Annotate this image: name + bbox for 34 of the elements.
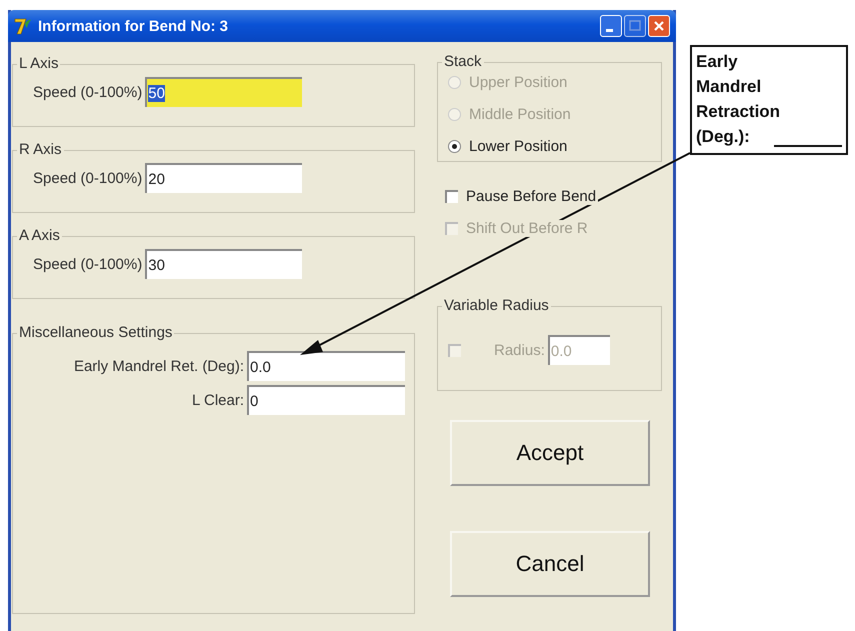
- field-label: Early Mandrel Ret. (Deg):: [74, 358, 244, 374]
- speed-input[interactable]: 30: [145, 249, 302, 279]
- field-label: Speed (0-100%): [33, 170, 142, 186]
- cancel-button[interactable]: Cancel: [450, 531, 650, 597]
- window-title: Information for Bend No: 3: [38, 18, 229, 34]
- speed-input[interactable]: 50: [145, 77, 302, 107]
- field-label: Radius:: [494, 342, 545, 358]
- fill-in-line: [774, 145, 842, 147]
- maximize-icon: [629, 20, 641, 32]
- callout-text: Early: [696, 51, 738, 73]
- minimize-button[interactable]: [600, 15, 622, 37]
- speed-input[interactable]: 20: [145, 163, 302, 193]
- callout-text: Retraction: [696, 101, 780, 123]
- accept-button[interactable]: Accept: [450, 420, 650, 486]
- input-field[interactable]: 0.0: [247, 351, 405, 381]
- input-field[interactable]: 0: [247, 385, 405, 415]
- group-title: Miscellaneous Settings: [17, 325, 174, 341]
- maximize-button[interactable]: [624, 15, 646, 37]
- checkbox-label: Shift Out Before R: [466, 220, 590, 236]
- radio-label: Middle Position: [469, 106, 571, 122]
- radio-button[interactable]: [448, 140, 461, 152]
- callout-text: (Deg.):: [696, 126, 750, 148]
- checkbox-label: Pause Before Bend: [466, 188, 598, 204]
- field-label: Speed (0-100%): [33, 256, 142, 272]
- radio-label: Lower Position: [469, 138, 568, 154]
- radio-label: Upper Position: [469, 74, 568, 90]
- close-icon: [653, 20, 665, 32]
- callout-text: Mandrel: [696, 76, 762, 98]
- checkbox[interactable]: [445, 190, 458, 202]
- minimize-icon: [606, 28, 612, 32]
- field-label: L Clear:: [192, 392, 244, 408]
- field-label: Speed (0-100%): [33, 84, 142, 100]
- close-button[interactable]: [648, 15, 670, 37]
- app-logo-icon: [14, 17, 32, 35]
